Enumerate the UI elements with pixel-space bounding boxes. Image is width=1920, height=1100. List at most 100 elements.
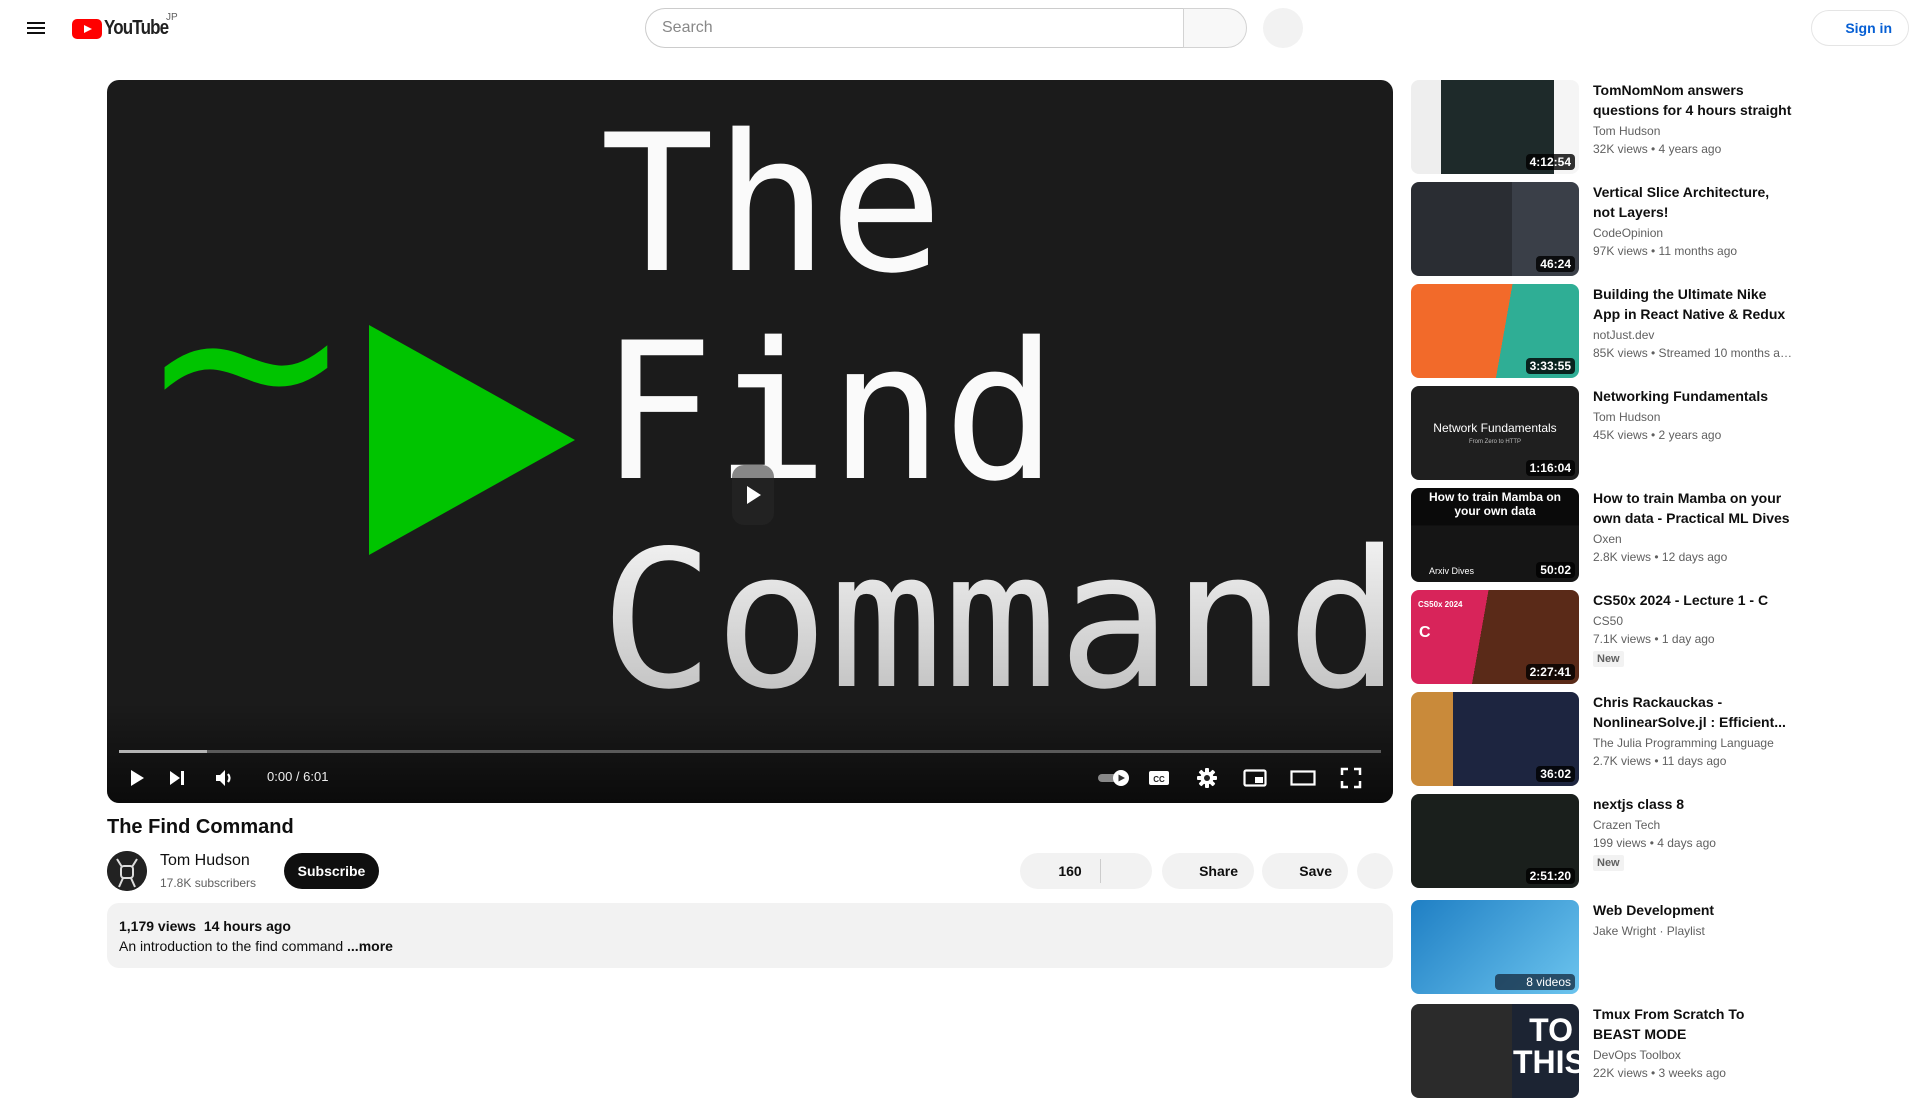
recommendation-thumbnail[interactable]: 46:24	[1411, 182, 1579, 276]
next-button[interactable]	[159, 760, 195, 796]
recommendation-thumbnail[interactable]: 36:02	[1411, 692, 1579, 786]
time-display: 0:00 / 6:01	[267, 769, 329, 784]
more-actions-button[interactable]	[1357, 853, 1393, 889]
center-play-button[interactable]	[732, 465, 774, 525]
recommendation-channel[interactable]: CodeOpinion	[1593, 226, 1663, 240]
search-input[interactable]	[646, 9, 1184, 47]
voice-search-button[interactable]	[1263, 8, 1303, 48]
hamburger-icon	[27, 22, 45, 24]
recommendation-item[interactable]: 8 videos Web Development Jake Wright · Pla…	[1411, 900, 1811, 996]
recommendation-item[interactable]: 3:33:55 Building the Ultimate Nike App in…	[1411, 284, 1811, 380]
recommendation-thumbnail[interactable]: Network Fundamentals From Zero to HTTP 1:1…	[1411, 386, 1579, 480]
recommendation-channel[interactable]: CS50	[1593, 614, 1623, 628]
dislike-button[interactable]	[1101, 853, 1152, 889]
thumbnail-text: Network Fundamentals	[1433, 421, 1557, 435]
volume-icon	[216, 770, 231, 786]
recommendation-title[interactable]: CS50x 2024 - Lecture 1 - C	[1593, 590, 1793, 610]
description-snippet: An introduction to the find command	[119, 938, 348, 954]
settings-button[interactable]	[1189, 760, 1225, 796]
sign-in-label: Sign in	[1845, 20, 1892, 36]
subscribe-label: Subscribe	[297, 863, 366, 879]
recommendation-channel[interactable]: notJust.dev	[1593, 328, 1654, 342]
sign-in-button[interactable]: Sign in	[1811, 10, 1909, 46]
play-button[interactable]	[119, 760, 155, 796]
recommendation-item[interactable]: Network Fundamentals From Zero to HTTP 1:1…	[1411, 386, 1811, 482]
search-button[interactable]	[1183, 8, 1247, 48]
recommendation-channel[interactable]: Tom Hudson	[1593, 410, 1660, 424]
view-count-and-date: 1,179 views 14 hours ago	[119, 918, 291, 934]
captions-button[interactable]: CC	[1141, 760, 1177, 796]
recommendation-title[interactable]: TomNomNom answers questions for 4 hours …	[1593, 80, 1793, 120]
svg-text:CC: CC	[1153, 775, 1165, 784]
like-button[interactable]: 160	[1020, 863, 1100, 879]
save-button[interactable]: Save	[1262, 853, 1348, 889]
recommendation-channel[interactable]: DevOps Toolbox	[1593, 1048, 1681, 1062]
recommendation-thumbnail[interactable]: 3:33:55	[1411, 284, 1579, 378]
recommendation-title[interactable]: How to train Mamba on your own data - Pr…	[1593, 488, 1793, 528]
recommendation-meta: 45K views • 2 years ago	[1593, 428, 1722, 442]
recommendation-item[interactable]: TO THIS Tmux From Scratch To BEAST MODE De…	[1411, 1004, 1811, 1100]
recommendation-item[interactable]: 36:02 Chris Rackauckas - NonlinearSolve.j…	[1411, 692, 1811, 788]
recommendation-meta: 85K views • Streamed 10 months ago	[1593, 346, 1793, 360]
recommendation-thumbnail[interactable]: 2:51:20	[1411, 794, 1579, 888]
recommendation-item[interactable]: 4:12:54 TomNomNom answers questions for 4…	[1411, 80, 1811, 176]
fullscreen-button[interactable]	[1333, 760, 1369, 796]
avatar-icon	[107, 851, 147, 891]
recommendation-thumbnail[interactable]: 4:12:54	[1411, 80, 1579, 174]
recommendation-channel[interactable]: Tom Hudson	[1593, 124, 1660, 138]
autoplay-toggle[interactable]	[1095, 760, 1135, 796]
recommendation-channel[interactable]: Oxen	[1593, 532, 1622, 546]
recommendation-thumbnail[interactable]: CS50x 2024 C 2:27:41	[1411, 590, 1579, 684]
gear-icon	[1197, 768, 1217, 788]
recommendation-thumbnail[interactable]: 8 videos	[1411, 900, 1579, 994]
share-label: Share	[1199, 863, 1238, 879]
recommendation-title[interactable]: nextjs class 8	[1593, 794, 1793, 814]
subscribe-button[interactable]: Subscribe	[284, 853, 379, 889]
recommendation-channel[interactable]: Jake Wright · Playlist	[1593, 924, 1705, 938]
playlist-video-count: 8 videos	[1495, 974, 1575, 990]
recommendation-title[interactable]: Web Development	[1593, 900, 1793, 920]
recommendation-title[interactable]: Building the Ultimate Nike App in React …	[1593, 284, 1793, 324]
recommendation-title[interactable]: Vertical Slice Architecture, not Layers!	[1593, 182, 1793, 222]
recommendation-item[interactable]: How to train Mamba on your own data Arxiv…	[1411, 488, 1811, 584]
description-box[interactable]: 1,179 views 14 hours ago An introduction…	[107, 903, 1393, 968]
play-icon	[131, 770, 144, 786]
logo-text: YouTube	[104, 17, 169, 39]
video-duration: 3:33:55	[1525, 358, 1575, 374]
thumbnail-text: How to train Mamba on your own data	[1429, 490, 1561, 518]
video-duration: 36:02	[1536, 766, 1575, 782]
share-button[interactable]: Share	[1162, 853, 1254, 889]
progress-bar[interactable]	[119, 750, 1381, 753]
channel-avatar[interactable]	[107, 851, 147, 891]
new-badge: New	[1593, 855, 1624, 871]
show-more-link[interactable]: ...more	[347, 938, 393, 954]
recommendation-thumbnail[interactable]: How to train Mamba on your own data Arxiv…	[1411, 488, 1579, 582]
recommendation-thumbnail[interactable]: TO THIS	[1411, 1004, 1579, 1098]
recommendation-item[interactable]: 2:51:20 nextjs class 8 Crazen Tech 199 view…	[1411, 794, 1811, 890]
description-text: An introduction to the find command ...m…	[119, 938, 393, 954]
thumbnail-subtext: Arxiv Dives	[1429, 566, 1475, 576]
search-box	[645, 8, 1184, 48]
recommendation-channel[interactable]: The Julia Programming Language	[1593, 736, 1774, 750]
recommendation-title[interactable]: Chris Rackauckas - NonlinearSolve.jl : E…	[1593, 692, 1793, 732]
channel-name[interactable]: Tom Hudson	[160, 852, 250, 870]
miniplayer-icon	[1243, 769, 1267, 787]
miniplayer-button[interactable]	[1237, 760, 1273, 796]
recommendation-title[interactable]: Networking Fundamentals	[1593, 386, 1793, 406]
recommendation-meta: 7.1K views • 1 day ago	[1593, 632, 1715, 646]
mute-button[interactable]	[207, 760, 243, 796]
recommendation-channel[interactable]: Crazen Tech	[1593, 818, 1660, 832]
recommendation-item[interactable]: 46:24 Vertical Slice Architecture, not La…	[1411, 182, 1811, 278]
recommendation-title[interactable]: Tmux From Scratch To BEAST MODE	[1593, 1004, 1793, 1044]
video-player[interactable]: ~ The Find Command 0:00 / 6:01 CC	[107, 80, 1393, 803]
thumbnail-title-line: Find	[600, 302, 1058, 523]
video-duration: 50:02	[1536, 562, 1575, 578]
youtube-logo[interactable]: YouTube	[72, 17, 180, 40]
menu-button[interactable]	[22, 14, 50, 42]
recommendation-meta: 97K views • 11 months ago	[1593, 244, 1738, 258]
recommendation-item[interactable]: CS50x 2024 C 2:27:41 CS50x 2024 - Lecture 1…	[1411, 590, 1811, 686]
hamburger-icon-line	[27, 32, 45, 34]
theater-mode-button[interactable]	[1285, 760, 1321, 796]
fullscreen-icon	[1340, 767, 1362, 789]
recommendation-meta: 22K views • 3 weeks ago	[1593, 1066, 1726, 1080]
